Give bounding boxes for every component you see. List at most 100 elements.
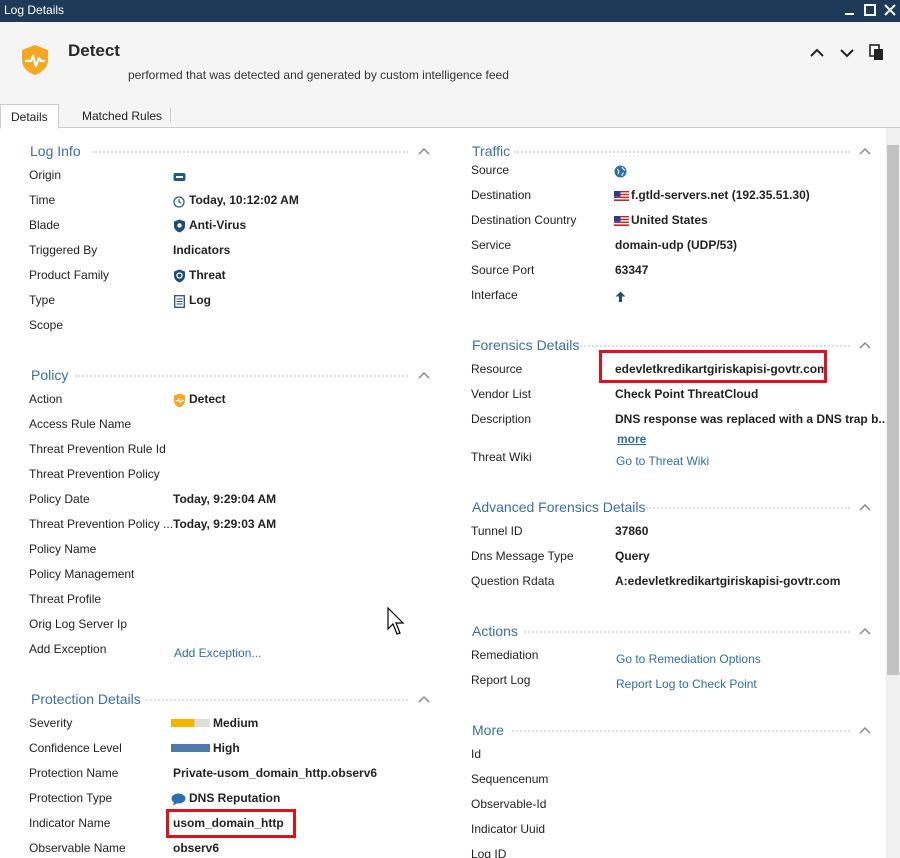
copy-icon xyxy=(869,44,883,60)
collapse-advanced-forensics-icon[interactable] xyxy=(859,502,871,512)
log-header: Detect performed that was detected and g… xyxy=(0,22,900,100)
value-description: DNS response was replaced with a DNS tra… xyxy=(615,412,889,426)
next-log-button[interactable] xyxy=(836,42,858,64)
section-divider xyxy=(646,507,850,509)
collapse-forensics-icon[interactable] xyxy=(859,340,871,350)
log-title: Detect xyxy=(68,41,120,60)
label-severity: Severity xyxy=(29,716,73,730)
value-time: Today, 10:12:02 AM xyxy=(189,193,299,207)
value-confidence-level: High xyxy=(213,741,240,755)
label-report-log: Report Log xyxy=(471,673,531,687)
label-tunnel-id: Tunnel ID xyxy=(471,524,523,538)
label-add-exception: Add Exception xyxy=(29,642,107,656)
value-blade: Anti-Virus xyxy=(189,218,247,232)
tab-matched-rules[interactable]: Matched Rules xyxy=(72,104,172,128)
label-scope: Scope xyxy=(29,318,64,332)
label-tp-policy: Threat Prevention Policy xyxy=(29,467,160,481)
label-threat-profile: Threat Profile xyxy=(29,592,102,606)
scrollbar-thumb[interactable] xyxy=(887,145,899,675)
label-question-rdata: Question Rdata xyxy=(471,574,555,588)
label-policy-management: Policy Management xyxy=(29,567,135,581)
close-icon xyxy=(884,4,896,16)
minimize-button[interactable] xyxy=(840,1,860,21)
label-remediation: Remediation xyxy=(471,648,539,662)
add-exception-link[interactable]: Add Exception... xyxy=(174,646,261,660)
label-source: Source xyxy=(471,163,510,177)
value-severity: Medium xyxy=(213,716,259,730)
tab-bar: Details Matched Rules xyxy=(0,100,900,129)
collapse-more-icon[interactable] xyxy=(859,725,871,735)
chevron-up-icon xyxy=(810,48,824,57)
confidence-bar xyxy=(171,744,210,752)
collapse-policy-icon[interactable] xyxy=(418,370,430,380)
label-protection-name: Protection Name xyxy=(29,766,119,780)
section-divider xyxy=(580,345,850,347)
section-title-advanced-forensics: Advanced Forensics Details xyxy=(472,499,646,515)
value-action: Detect xyxy=(189,392,226,406)
maximize-button[interactable] xyxy=(860,1,880,21)
label-indicator-name: Indicator Name xyxy=(29,816,111,830)
anti-virus-icon xyxy=(174,219,185,233)
section-title-actions: Actions xyxy=(472,623,518,639)
label-protection-type: Protection Type xyxy=(29,791,113,805)
label-action: Action xyxy=(29,392,63,406)
value-dns-message-type: Query xyxy=(615,549,650,563)
tab-details[interactable]: Details xyxy=(0,104,59,129)
collapse-protection-details-icon[interactable] xyxy=(418,694,430,704)
collapse-traffic-icon[interactable] xyxy=(859,146,871,156)
label-confidence-level: Confidence Level xyxy=(29,741,122,755)
value-policy-date: Today, 9:29:04 AM xyxy=(173,492,277,506)
value-source-port: 63347 xyxy=(615,263,649,277)
copy-button[interactable] xyxy=(866,42,888,64)
value-product-family: Threat xyxy=(189,268,226,282)
label-observable-id: Observable-Id xyxy=(471,797,547,811)
globe-icon xyxy=(614,165,627,178)
collapse-actions-icon[interactable] xyxy=(859,626,871,636)
label-observable-name: Observable Name xyxy=(29,841,126,855)
value-tp-policy-date: Today, 9:29:03 AM xyxy=(173,517,277,531)
section-divider xyxy=(75,375,408,377)
severity-bar xyxy=(171,719,210,727)
label-id: Id xyxy=(471,747,482,761)
threat-shield-icon xyxy=(174,269,185,283)
remediation-link[interactable]: Go to Remediation Options xyxy=(616,652,761,666)
close-button[interactable] xyxy=(880,1,900,21)
label-time: Time xyxy=(29,193,56,207)
us-flag-icon xyxy=(614,191,629,201)
section-title-policy: Policy xyxy=(31,367,69,383)
value-observable-name: observ6 xyxy=(173,841,220,855)
label-sequencenum: Sequencenum xyxy=(471,772,549,786)
label-service: Service xyxy=(471,238,512,252)
section-divider xyxy=(524,631,850,633)
label-access-rule-name: Access Rule Name xyxy=(29,417,132,431)
label-source-port: Source Port xyxy=(471,263,535,277)
report-log-link[interactable]: Report Log to Check Point xyxy=(616,677,757,691)
section-divider xyxy=(512,730,850,732)
section-divider xyxy=(92,151,408,153)
threat-wiki-link[interactable]: Go to Threat Wiki xyxy=(616,454,709,468)
maximize-icon xyxy=(864,4,876,16)
label-interface: Interface xyxy=(471,288,518,302)
collapse-log-info-icon[interactable] xyxy=(418,146,430,156)
section-divider xyxy=(145,699,408,701)
label-dns-message-type: Dns Message Type xyxy=(471,549,574,563)
minimize-icon xyxy=(845,13,854,15)
label-policy-date: Policy Date xyxy=(29,492,90,506)
value-tunnel-id: 37860 xyxy=(615,524,649,538)
value-destination-country: United States xyxy=(631,213,708,227)
interface-up-arrow-icon xyxy=(615,291,626,302)
indicator-highlight-box xyxy=(166,809,296,838)
section-title-protection-details: Protection Details xyxy=(31,691,141,707)
chevron-down-icon xyxy=(840,49,854,58)
section-title-forensics: Forensics Details xyxy=(472,337,580,353)
section-title-log-info: Log Info xyxy=(30,143,81,159)
clock-icon xyxy=(173,196,185,208)
label-type: Type xyxy=(29,293,56,307)
previous-log-button[interactable] xyxy=(806,42,828,64)
label-description: Description xyxy=(471,412,532,426)
more-link[interactable]: more xyxy=(617,432,646,446)
detect-icon xyxy=(174,393,185,408)
label-product-family: Product Family xyxy=(29,268,110,282)
section-title-traffic: Traffic xyxy=(472,143,511,159)
value-type: Log xyxy=(189,293,211,307)
